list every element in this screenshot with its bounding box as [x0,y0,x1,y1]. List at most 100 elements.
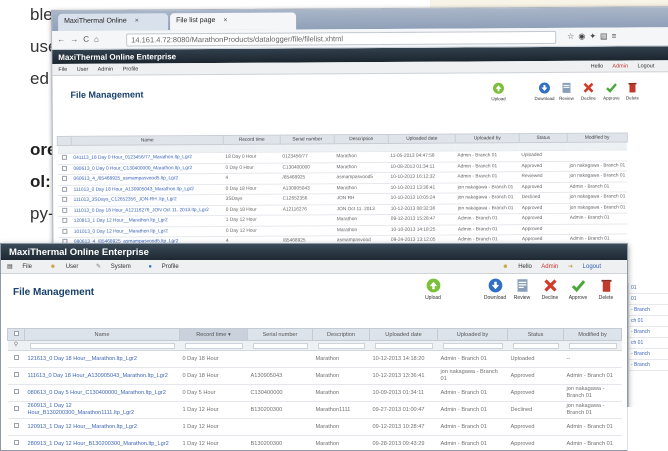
filter-input-name[interactable] [24,340,180,351]
upload-button[interactable]: Upload [484,82,512,101]
filter-input-status[interactable] [507,340,564,351]
description-cell: Marathon [334,214,389,226]
column-status[interactable]: Status [507,328,564,341]
column-uploaded-by[interactable]: Uploaded by [455,133,520,144]
file-name-link[interactable]: 111613_0 Day 18 Hour_A130905043_Marathon… [24,367,180,385]
record-time-cell: 0 Day 18 Hour [223,204,281,216]
menu-item-profile[interactable]: Profile [123,66,139,72]
app-menu-bar: ▤ File ☻ User ✎ System ● Profile ☻ Hello… [1,260,627,274]
column-serial-number[interactable]: Serial number [247,328,313,341]
close-icon[interactable]: × [223,17,227,24]
modified-by-cell: Admin - Branch 01 [563,435,622,451]
checkbox-icon [62,176,68,182]
file-name-link[interactable]: 121613_0 Day 18 Hour__Marathon.ltp_Lgr2 [24,350,180,368]
upload-button[interactable]: Upload [417,278,449,301]
row-checkbox[interactable] [57,163,72,175]
table-row[interactable]: 111613_0 Day 18 Hour_A130905043_Marathon… [7,367,622,385]
uploaded-by-cell: Admin - Branch 01 [455,171,520,183]
menu-item-user[interactable]: ☻ User [50,264,87,270]
column-uploaded-by[interactable]: Uploaded by [437,328,508,341]
browser-tab-file-list[interactable]: File list page × [170,12,297,31]
filter-input-serial[interactable] [247,340,313,351]
column-uploaded-date[interactable]: Uploaded date [369,328,438,341]
upload-label: Upload [425,295,441,301]
user-area: ☻ Hello Admin ➜ Logout [502,263,609,270]
modified-by-cell: jon nakagawa - Branch 01 [567,170,628,182]
serial-number-cell [280,214,335,226]
column-uploaded-date[interactable]: Uploaded date [388,134,456,144]
row-checkbox[interactable] [7,350,25,368]
record-time-cell: 0 Day 12 Hour [223,225,281,237]
row-checkbox[interactable] [57,226,72,238]
uploaded-by-cell: Admin - Branch 01 [455,213,520,225]
column-record-time[interactable]: Record time ▾ [179,328,248,341]
row-checkbox[interactable] [57,216,72,227]
menu-item-user[interactable]: User [77,67,89,73]
checkbox-icon [13,423,19,428]
select-all-checkbox[interactable] [57,136,72,146]
serial-number-cell: C12652356 [280,193,335,205]
uploaded-date-cell: 10-12-2013 13:36:41 [369,367,438,385]
front-app-window: MaxiThermal Online Enterprise ▤ File ☻ U… [0,243,628,451]
select-all-checkbox[interactable] [7,328,25,341]
row-checkbox[interactable] [7,435,25,451]
row-checkbox[interactable] [7,401,25,419]
column-modified-by[interactable]: Modified by [563,328,622,341]
menu-item-file[interactable]: ▤ File [7,264,40,270]
row-checkbox[interactable] [7,367,25,385]
description-cell: Marathon [312,350,370,368]
row-checkbox[interactable] [7,384,25,402]
row-checkbox[interactable] [57,205,72,217]
uploaded-date-cell: 09-27-2013 01:00:47 [369,401,438,419]
wrench-icon: ✎ [96,264,102,270]
row-checkbox[interactable] [57,184,72,196]
filter-tool-icon[interactable]: ⚲ [7,340,25,351]
user-name[interactable]: Admin [541,264,558,270]
user-name[interactable]: Admin [612,63,628,69]
address-bar[interactable]: 14.161.4.72:8080/MarathonProducts/datalo… [126,30,557,47]
status-cell: Declined [519,192,568,204]
row-checkbox[interactable] [57,174,72,185]
menu-item-admin[interactable]: Admin [98,67,114,73]
uploaded-date-cell: 09-12-2013 15:28:47 [388,214,456,225]
filter-input-description[interactable] [312,340,370,351]
table-row[interactable]: 280913_1 Day 12 Hour_B130200300_Marathon… [7,435,622,451]
column-record-time[interactable]: Record time [223,135,281,145]
back-table-body: 041113_18 Day 0 Hour_0123456/77_Marathon… [57,149,628,248]
delete-button[interactable]: Delete [590,278,622,301]
menu-item-profile[interactable]: ● Profile [148,264,186,270]
close-icon[interactable]: × [135,17,139,24]
table-row[interactable]: 080613_0 Day 5 Hour_C130400000_Marathon.… [7,384,622,402]
table-row[interactable]: 260913_1 Day 12 Hour_B130200300_Marathon… [7,401,622,419]
file-name-link[interactable]: 120913_1 Day 12 Hour__Marathon.ltp_Lgr2 [24,418,180,436]
column-serial-number[interactable]: Serial number [280,134,335,145]
filter-input-uploaded-by[interactable] [437,340,508,351]
browser-nav-icons[interactable]: ←→C⌂ [57,35,104,44]
logout-link[interactable]: Logout [583,264,601,270]
logout-link[interactable]: Logout [638,63,655,69]
browser-tab-maxithermal[interactable]: MaxiThermal Online × [58,13,169,31]
column-name[interactable]: Name [24,328,180,341]
filter-input-modified-by[interactable] [563,340,622,351]
uploaded-date-cell: 10-08-2013 01:34:11 [388,161,456,173]
file-name-link[interactable]: 260913_1 Day 12 Hour_B130200300_Marathon… [24,401,180,419]
uploaded-by-cell: Admin - Branch 01 [437,350,508,368]
column-description[interactable]: Description [312,328,370,341]
table-row[interactable]: 121613_0 Day 18 Hour__Marathon.ltp_Lgr2 0… [7,350,622,368]
approve-label: Approve [568,295,588,301]
delete-button[interactable]: Delete [618,81,646,100]
column-status[interactable]: Status [519,133,568,143]
filter-input-date[interactable] [369,340,438,351]
extension-icons[interactable]: ☆◉✦▤≡ [567,32,620,41]
file-name-link[interactable]: 080613_0 Day 5 Hour_C130400000_Marathon.… [24,384,180,402]
file-name-link[interactable]: 280913_1 Day 12 Hour_B130200300_Marathon… [24,435,180,451]
row-checkbox[interactable] [7,418,25,436]
row-checkbox[interactable] [57,153,72,164]
column-modified-by[interactable]: Modified by [567,132,628,143]
row-checkbox[interactable] [57,195,72,206]
menu-item-file[interactable]: File [58,67,67,73]
table-row[interactable]: 120913_1 Day 12 Hour__Marathon.ltp_Lgr2 1… [7,418,622,436]
column-description[interactable]: Description [334,134,389,144]
menu-item-system[interactable]: ✎ System [96,264,139,270]
filter-input-record[interactable] [179,340,248,351]
